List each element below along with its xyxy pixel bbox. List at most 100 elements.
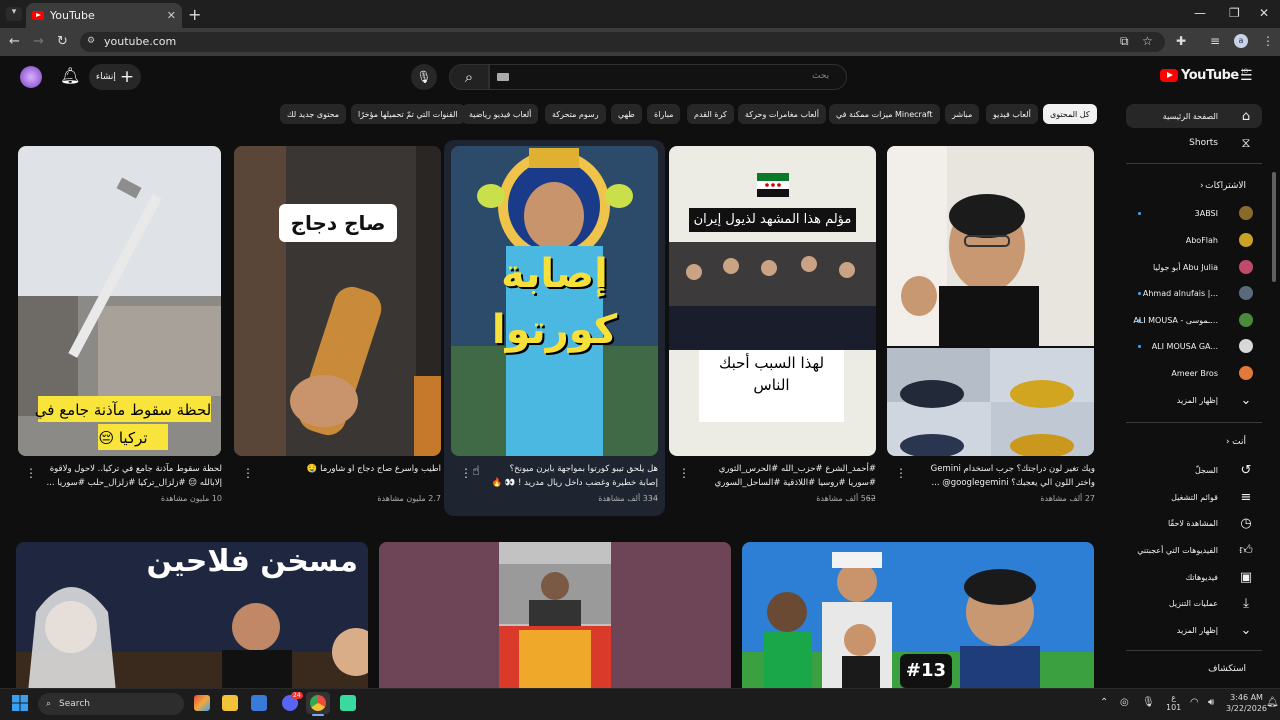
search-input[interactable]: [489, 64, 847, 90]
new-content-dot: [1138, 291, 1141, 295]
chip-new-to-you[interactable]: محتوى جديد لك: [280, 104, 347, 124]
bookmark-star-icon[interactable]: ☆: [1142, 34, 1153, 48]
tray-overflow-icon[interactable]: ⌃: [1100, 697, 1108, 708]
chevron-down-icon: ⌄: [1240, 392, 1252, 408]
chip-all[interactable]: كل المحتوى: [1043, 104, 1097, 124]
sidebar-channel[interactable]: Ahmad alnufais |...: [1126, 281, 1262, 305]
forward-icon[interactable]: →: [33, 34, 44, 49]
new-tab-button[interactable]: +: [188, 5, 201, 24]
chip-sports-games[interactable]: ألعاب فيديو رياضية: [462, 104, 539, 124]
youtube-logo[interactable]: YouTube JO: [1160, 68, 1248, 83]
more-actions-icon[interactable]: ⋮: [678, 466, 690, 480]
subscriptions-header[interactable]: الاشتراكات: [1126, 181, 1262, 191]
chip-cooking[interactable]: طهي: [611, 104, 642, 124]
chip-football[interactable]: كرة القدم: [687, 104, 734, 124]
restore-icon[interactable]: ❐: [1229, 6, 1240, 20]
mic-tray-icon[interactable]: 🎙︎: [1142, 697, 1155, 708]
chrome-icon[interactable]: [310, 695, 326, 711]
video-thumbnail[interactable]: مسخن فلاحين: [16, 542, 368, 692]
widgets-icon[interactable]: [194, 695, 210, 711]
video-thumbnail[interactable]: صاج دجاج: [234, 146, 441, 456]
file-explorer-icon[interactable]: [222, 695, 238, 711]
chip-live[interactable]: مباشر: [945, 104, 980, 124]
guide-menu-icon[interactable]: ☰: [1240, 68, 1253, 84]
you-header[interactable]: أنت: [1126, 437, 1262, 447]
language-indicator[interactable]: ع 101: [1166, 693, 1181, 713]
keyboard-icon[interactable]: [497, 73, 509, 81]
app-icon[interactable]: [340, 695, 356, 711]
sidebar-divider: [1126, 163, 1262, 164]
video-thumbnail[interactable]: مؤلم هذا المشهد لذيول إيران لهذا السبب أ…: [669, 146, 876, 456]
video-thumbnail[interactable]: #13: [742, 542, 1094, 692]
taskbar-search-label: Search: [59, 699, 90, 709]
chip-match[interactable]: مباراة: [647, 104, 681, 124]
sidebar-item-home[interactable]: الصفحة الرئيسية ⌂: [1126, 104, 1262, 128]
sidebar-channel[interactable]: ALI MOUSA GA...: [1126, 334, 1262, 358]
tab-close-icon[interactable]: ✕: [167, 9, 176, 22]
window-close-icon[interactable]: ✕: [1259, 6, 1269, 20]
more-actions-icon[interactable]: ⋮: [25, 466, 37, 480]
minimize-icon[interactable]: —: [1194, 6, 1206, 20]
wifi-icon[interactable]: ◠: [1190, 697, 1199, 708]
sidebar-channel[interactable]: Ameer Bros: [1126, 361, 1262, 385]
account-avatar[interactable]: [20, 66, 42, 88]
video-title[interactable]: اطيب واسرع صاج دجاج او شاورما 🤤: [271, 462, 441, 476]
more-actions-icon[interactable]: ⋮: [460, 466, 472, 480]
sidebar-item-watch-later[interactable]: المشاهدة لاحقًا ◷: [1126, 511, 1262, 535]
video-thumbnail[interactable]: إصابة كورتوا: [451, 146, 658, 456]
microsoft-store-icon[interactable]: [251, 695, 267, 711]
sidebar-item-shorts[interactable]: Shorts ⧖: [1126, 131, 1262, 155]
browser-tab[interactable]: YouTube ✕: [26, 3, 182, 28]
sidebar-item-liked-videos[interactable]: الفيديوهات التي أعجبتني 👍︎: [1126, 538, 1262, 562]
sidebar-show-more[interactable]: إظهار المزيد ⌄: [1126, 388, 1262, 412]
reload-icon[interactable]: ↻: [57, 34, 68, 49]
sidebar-item-downloads[interactable]: عمليات التنزيل ⤓: [1126, 591, 1262, 615]
sidebar-item-your-videos[interactable]: فيديوهاتك ▣: [1126, 565, 1262, 589]
address-bar[interactable]: [80, 32, 1165, 52]
taskbar-clock[interactable]: 3:46 AM 3/22/2026: [1226, 692, 1267, 714]
back-icon[interactable]: ←: [9, 34, 20, 49]
more-actions-icon[interactable]: ⋮: [242, 466, 254, 480]
chip-animation[interactable]: رسوم متحركة: [545, 104, 606, 124]
sidebar-item-history[interactable]: السجلّ ↺: [1126, 458, 1262, 482]
create-label: إنشاء: [95, 72, 116, 82]
sidebar-channel[interactable]: AboFlah: [1126, 228, 1262, 252]
video-thumbnail[interactable]: [379, 542, 731, 692]
sidebar-show-more[interactable]: إظهار المزيد ⌄: [1126, 618, 1262, 642]
browser-menu-icon[interactable]: ⋮: [1262, 34, 1274, 48]
media-controls-icon[interactable]: ≡: [1210, 34, 1220, 48]
video-thumbnail[interactable]: لحظة سقوط مآذنة جامع في تركيا 😔: [18, 146, 221, 456]
sidebar-channel[interactable]: ALI MOUSA - ـموسى...: [1126, 308, 1262, 332]
install-app-icon[interactable]: ⧉: [1120, 34, 1129, 49]
sidebar-scrollbar[interactable]: [1272, 172, 1276, 282]
sidebar-item-playlists[interactable]: قوائم التشغيل ≡: [1126, 485, 1262, 509]
sidebar-item-label: عمليات التنزيل: [1168, 598, 1218, 608]
profile-avatar[interactable]: a: [1234, 34, 1248, 48]
search-button[interactable]: ⌕: [449, 64, 489, 90]
notifications-bell-icon[interactable]: 🔔︎: [60, 66, 80, 85]
chip-action-adventure[interactable]: ألعاب مغامرات وحركة: [738, 104, 826, 124]
extensions-icon[interactable]: ✚: [1176, 34, 1186, 48]
tab-search-button[interactable]: ▾: [6, 7, 22, 21]
site-info-icon[interactable]: ⚙: [87, 36, 95, 46]
logo-text: YouTube: [1181, 68, 1239, 83]
windows-start-icon[interactable]: [12, 695, 28, 711]
chip-minecraft[interactable]: ميزات ممكنة في Minecraft: [829, 104, 940, 124]
voice-search-mic-icon[interactable]: 🎙︎: [411, 64, 437, 90]
more-actions-icon[interactable]: ⋮: [895, 466, 907, 480]
video-title[interactable]: لحظة سقوط مآذنة جامع في تركيا.. لاحول ول…: [40, 462, 222, 490]
sidebar-item-label: Shorts: [1189, 138, 1218, 148]
sidebar-channel[interactable]: أبو جوليا Abu Julia: [1126, 255, 1262, 279]
chip-recently-uploaded[interactable]: القنوات التي تمّ تحميلها مؤخرًا: [351, 104, 465, 124]
chip-video-games[interactable]: ألعاب فيديو: [986, 104, 1038, 124]
chevron-right-icon: ›: [1200, 181, 1204, 191]
thumbnail-image: [887, 146, 1094, 456]
volume-icon[interactable]: 🔊︎: [1208, 697, 1214, 708]
sidebar-channel[interactable]: 3ABSI: [1126, 201, 1262, 225]
create-button[interactable]: إنشاء +: [89, 64, 141, 90]
taskbar-search[interactable]: ⌕ Search: [38, 693, 184, 715]
video-thumbnail[interactable]: [887, 146, 1094, 456]
network-tray-icon[interactable]: ◎: [1120, 697, 1129, 708]
video-title[interactable]: ويك تغير لون دراجتك؟ جرب استخدام Gemini …: [925, 462, 1095, 490]
notification-icon[interactable]: 🔔︎: [1266, 697, 1279, 708]
